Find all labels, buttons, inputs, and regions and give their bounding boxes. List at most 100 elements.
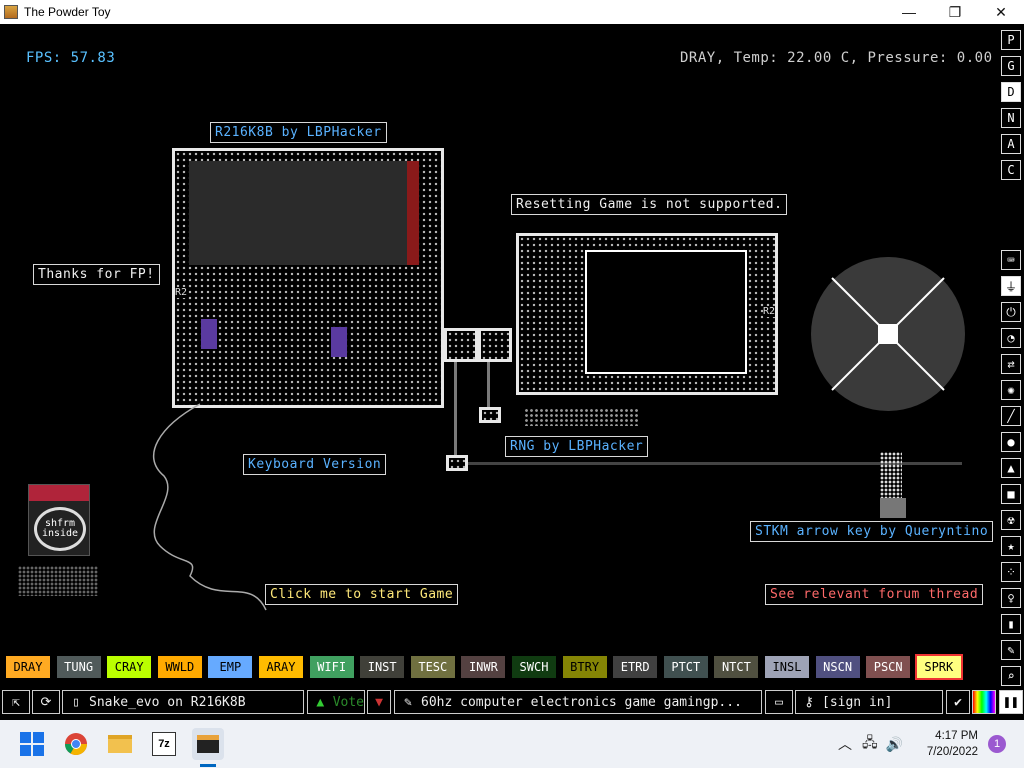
network-icon[interactable]: 🖧 [862,732,878,756]
bookmark-category-button[interactable]: ▮ [1001,614,1021,634]
simulation-canvas[interactable]: FPS: 57.83 DRAY, Temp: 22.00 C, Pressure… [0,24,1024,688]
maximize-button[interactable]: ❐ [932,0,978,24]
system-tray: ︿ 🖧 🔊 [838,720,911,768]
wire [487,362,490,410]
radiation-category-button[interactable]: ☢ [1001,510,1021,530]
display-board: R2 [516,233,778,395]
sign-thanks[interactable]: Thanks for FP! [33,264,160,285]
sign-forum-thread[interactable]: See relevant forum thread [765,584,984,605]
vote-down-button[interactable]: ▼ [367,690,391,714]
arrows-category-button[interactable]: ⇄ [1001,354,1021,374]
element-inst[interactable]: INST [360,656,405,678]
clock-date: 7/20/2022 [926,746,978,758]
gauge-category-button[interactable]: ◔ [1001,328,1021,348]
dots-category-button[interactable]: ⁘ [1001,562,1021,582]
drop-category-button[interactable]: ● [1001,432,1021,452]
open-save-button[interactable]: ⇱ [2,690,30,714]
keyboard-category-button[interactable]: ⌨ [1001,250,1021,270]
element-insl[interactable]: INSL [765,656,809,678]
chrome-taskbar-button[interactable] [60,728,92,760]
menu-button-n[interactable]: N [1001,108,1021,128]
sign-rng[interactable]: RNG by LBPHacker [505,436,649,457]
element-ntct[interactable]: NTCT [714,656,759,678]
drop-icon: ● [1007,435,1015,449]
search-category-button[interactable]: ⌕ [1001,666,1021,686]
thumbs-up-icon: ▲ [316,694,325,710]
rng-module [524,408,640,426]
sign-r216[interactable]: R216K8B by LBPHacker [210,122,387,143]
arrows-icon: ⇄ [1007,357,1015,371]
rng-node [479,407,501,423]
sign-in-button[interactable]: ⚷ [sign in] [795,690,943,714]
element-pscn[interactable]: PSCN [866,656,911,678]
menu-button-p[interactable]: P [1001,30,1021,50]
gear-category-button[interactable]: ✺ [1001,380,1021,400]
connector-block [444,328,478,362]
pause-icon: ❚❚ [1003,694,1019,710]
renderer-button[interactable] [972,690,996,714]
window-title: The Powder Toy [24,5,111,19]
sign-reset[interactable]: Resetting Game is not supported. [511,194,788,215]
notification-badge[interactable]: 1 [988,735,1006,753]
power-category-button[interactable]: ⏻ [1001,302,1021,322]
settings-button[interactable]: ✔ [946,690,970,714]
flask-icon: ▲ [1007,461,1015,475]
element-emp[interactable]: EMP [208,656,253,678]
sign-start-game[interactable]: Click me to start Game [265,584,459,605]
element-aray[interactable]: ARAY [259,656,303,678]
pause-button[interactable]: ❚❚ [999,690,1023,714]
element-tesc[interactable]: TESC [410,656,455,678]
thumbs-down-icon: ▼ [375,694,383,710]
file-explorer-taskbar-button[interactable] [104,728,136,760]
flask-category-button[interactable]: ▲ [1001,458,1021,478]
minimize-button[interactable]: — [886,0,932,24]
vote-up-button[interactable]: ▲ Vote [307,690,365,714]
sign-in-label: [sign in] [822,694,893,710]
power-plug-category-button[interactable]: ⏚ [1001,276,1021,296]
wrench-category-button[interactable]: ✎ [1001,640,1021,660]
menu-button-g[interactable]: G [1001,56,1021,76]
reload-button[interactable]: ⟳ [32,690,60,714]
7zip-taskbar-button[interactable]: 7z [148,728,180,760]
element-btry[interactable]: BTRY [562,656,607,678]
new-sim-button[interactable]: ▭ [765,690,793,714]
square-category-button[interactable]: ■ [1001,484,1021,504]
star-category-button[interactable]: ★ [1001,536,1021,556]
element-etrd[interactable]: ETRD [613,656,658,678]
windows-start-button[interactable] [16,728,48,760]
save-name-button[interactable]: ▯ Snake_evo on R216K8B [62,690,304,714]
menu-button-d[interactable]: D [1001,82,1021,102]
element-cray[interactable]: CRAY [107,656,152,678]
chevron-up-icon[interactable]: ︿ [838,734,852,754]
element-sprk[interactable]: SPRK [914,654,963,680]
clock-time: 4:17 PM [935,730,978,742]
direction-pad[interactable] [810,256,966,412]
element-inwr[interactable]: INWR [461,656,506,678]
element-wifi[interactable]: WIFI [309,656,354,678]
tags-button[interactable]: ✎ 60hz computer electronics game gamingp… [394,690,762,714]
element-wwld[interactable]: WWLD [157,656,202,678]
cursor-status: DRAY, Temp: 22.00 C, Pressure: 0.00 [680,50,993,66]
element-nscn[interactable]: NSCN [815,656,860,678]
element-tung[interactable]: TUNG [56,656,101,678]
windows-taskbar: 7z ︿ 🖧 🔊 4:17 PM 7/20/2022 1 [0,720,1024,768]
element-ptct[interactable]: PTCT [663,656,708,678]
sign-keyboard[interactable]: Keyboard Version [243,454,387,475]
windows-logo-icon [20,732,44,756]
volume-icon[interactable]: 🔊 [886,736,903,753]
close-button[interactable]: ✕ [978,0,1024,24]
clock[interactable]: 4:17 PM 7/20/2022 [922,728,978,760]
chip [201,319,217,349]
brush-category-button[interactable]: ╱ [1001,406,1021,426]
element-swch[interactable]: SWCH [512,656,556,678]
powder-toy-app-icon [4,5,18,19]
bulb-category-button[interactable]: ♀ [1001,588,1021,608]
memory-strip [407,161,419,265]
menu-button-a[interactable]: A [1001,134,1021,154]
sign-stkm[interactable]: STKM arrow key by Queryntino [750,521,994,542]
powder-toy-taskbar-button[interactable] [192,728,224,760]
element-dray[interactable]: DRAY [6,656,50,678]
document-icon: ▭ [775,694,783,710]
menu-button-c[interactable]: C [1001,160,1021,180]
keyboard-icon: ⌨ [1007,253,1015,267]
